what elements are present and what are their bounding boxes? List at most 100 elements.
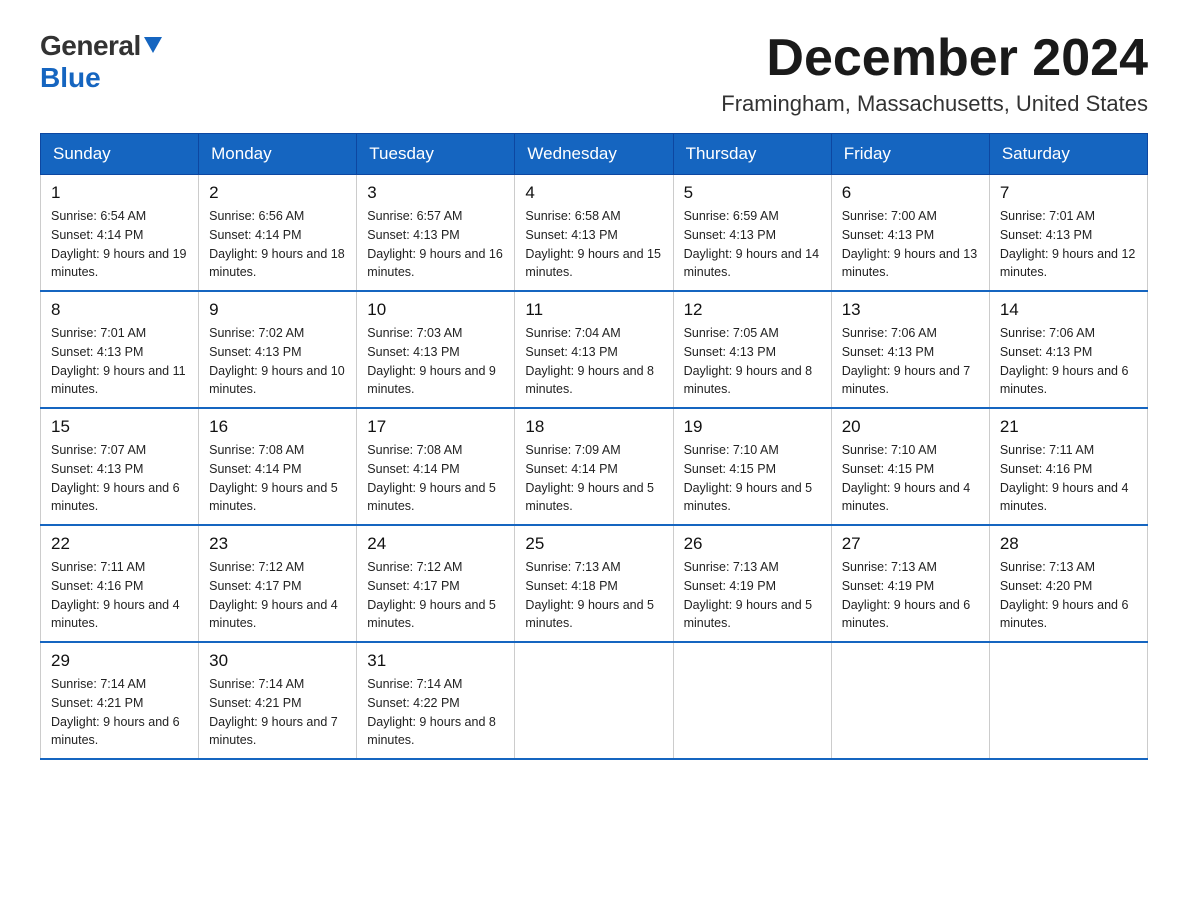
day-info: Sunrise: 6:59 AMSunset: 4:13 PMDaylight:… bbox=[684, 207, 821, 282]
day-number: 30 bbox=[209, 651, 346, 671]
calendar-cell: 5Sunrise: 6:59 AMSunset: 4:13 PMDaylight… bbox=[673, 175, 831, 292]
day-number: 26 bbox=[684, 534, 821, 554]
calendar-cell: 6Sunrise: 7:00 AMSunset: 4:13 PMDaylight… bbox=[831, 175, 989, 292]
calendar-cell: 3 Sunrise: 6:57 AMSunset: 4:13 PMDaylight… bbox=[357, 175, 515, 292]
logo-general: General bbox=[40, 30, 141, 62]
calendar-header-thursday: Thursday bbox=[673, 134, 831, 175]
calendar-week-2: 8Sunrise: 7:01 AMSunset: 4:13 PMDaylight… bbox=[41, 291, 1148, 408]
calendar-cell: 4Sunrise: 6:58 AMSunset: 4:13 PMDaylight… bbox=[515, 175, 673, 292]
day-number: 18 bbox=[525, 417, 662, 437]
calendar-cell: 25 Sunrise: 7:13 AMSunset: 4:18 PMDayligh… bbox=[515, 525, 673, 642]
calendar-cell: 18 Sunrise: 7:09 AMSunset: 4:14 PMDayligh… bbox=[515, 408, 673, 525]
calendar-cell: 2 Sunrise: 6:56 AMSunset: 4:14 PMDaylight… bbox=[199, 175, 357, 292]
day-info: Sunrise: 7:06 AMSunset: 4:13 PMDaylight:… bbox=[842, 324, 979, 399]
calendar-header-monday: Monday bbox=[199, 134, 357, 175]
day-number: 3 bbox=[367, 183, 504, 203]
day-info: Sunrise: 7:00 AMSunset: 4:13 PMDaylight:… bbox=[842, 207, 979, 282]
calendar-cell: 22Sunrise: 7:11 AMSunset: 4:16 PMDayligh… bbox=[41, 525, 199, 642]
calendar-week-3: 15 Sunrise: 7:07 AMSunset: 4:13 PMDayligh… bbox=[41, 408, 1148, 525]
day-number: 25 bbox=[525, 534, 662, 554]
logo-blue: Blue bbox=[40, 62, 101, 94]
day-number: 14 bbox=[1000, 300, 1137, 320]
day-info: Sunrise: 7:11 AMSunset: 4:16 PMDaylight:… bbox=[1000, 441, 1137, 516]
calendar-cell bbox=[515, 642, 673, 759]
calendar-cell: 15 Sunrise: 7:07 AMSunset: 4:13 PMDayligh… bbox=[41, 408, 199, 525]
calendar-cell: 1 Sunrise: 6:54 AMSunset: 4:14 PMDaylight… bbox=[41, 175, 199, 292]
calendar-cell: 28Sunrise: 7:13 AMSunset: 4:20 PMDayligh… bbox=[989, 525, 1147, 642]
day-info: Sunrise: 7:13 AMSunset: 4:19 PMDaylight:… bbox=[684, 558, 821, 633]
calendar-header-saturday: Saturday bbox=[989, 134, 1147, 175]
day-number: 7 bbox=[1000, 183, 1137, 203]
calendar-cell: 12Sunrise: 7:05 AMSunset: 4:13 PMDayligh… bbox=[673, 291, 831, 408]
calendar-cell: 29Sunrise: 7:14 AMSunset: 4:21 PMDayligh… bbox=[41, 642, 199, 759]
calendar-header-tuesday: Tuesday bbox=[357, 134, 515, 175]
calendar-week-5: 29Sunrise: 7:14 AMSunset: 4:21 PMDayligh… bbox=[41, 642, 1148, 759]
calendar-cell: 19Sunrise: 7:10 AMSunset: 4:15 PMDayligh… bbox=[673, 408, 831, 525]
day-info: Sunrise: 7:14 AMSunset: 4:22 PMDaylight:… bbox=[367, 675, 504, 750]
day-info: Sunrise: 7:14 AMSunset: 4:21 PMDaylight:… bbox=[51, 675, 188, 750]
calendar-cell: 26 Sunrise: 7:13 AMSunset: 4:19 PMDayligh… bbox=[673, 525, 831, 642]
day-number: 21 bbox=[1000, 417, 1137, 437]
page-title: December 2024 bbox=[721, 30, 1148, 87]
calendar-header-friday: Friday bbox=[831, 134, 989, 175]
day-info: Sunrise: 7:13 AMSunset: 4:20 PMDaylight:… bbox=[1000, 558, 1137, 633]
day-number: 20 bbox=[842, 417, 979, 437]
calendar-week-4: 22Sunrise: 7:11 AMSunset: 4:16 PMDayligh… bbox=[41, 525, 1148, 642]
calendar-cell: 13 Sunrise: 7:06 AMSunset: 4:13 PMDayligh… bbox=[831, 291, 989, 408]
day-info: Sunrise: 6:57 AMSunset: 4:13 PMDaylight:… bbox=[367, 207, 504, 282]
calendar-cell: 11Sunrise: 7:04 AMSunset: 4:13 PMDayligh… bbox=[515, 291, 673, 408]
logo-triangle-icon bbox=[144, 33, 166, 55]
day-number: 11 bbox=[525, 300, 662, 320]
day-number: 24 bbox=[367, 534, 504, 554]
day-number: 31 bbox=[367, 651, 504, 671]
calendar-table: SundayMondayTuesdayWednesdayThursdayFrid… bbox=[40, 133, 1148, 760]
day-number: 1 bbox=[51, 183, 188, 203]
page-header: General Blue December 2024 Framingham, M… bbox=[40, 30, 1148, 117]
calendar-header-sunday: Sunday bbox=[41, 134, 199, 175]
day-number: 9 bbox=[209, 300, 346, 320]
day-info: Sunrise: 7:06 AMSunset: 4:13 PMDaylight:… bbox=[1000, 324, 1137, 399]
calendar-cell: 31 Sunrise: 7:14 AMSunset: 4:22 PMDayligh… bbox=[357, 642, 515, 759]
day-number: 2 bbox=[209, 183, 346, 203]
day-info: Sunrise: 7:08 AMSunset: 4:14 PMDaylight:… bbox=[367, 441, 504, 516]
day-info: Sunrise: 7:05 AMSunset: 4:13 PMDaylight:… bbox=[684, 324, 821, 399]
calendar-cell bbox=[989, 642, 1147, 759]
day-info: Sunrise: 7:02 AMSunset: 4:13 PMDaylight:… bbox=[209, 324, 346, 399]
day-info: Sunrise: 7:01 AMSunset: 4:13 PMDaylight:… bbox=[1000, 207, 1137, 282]
day-info: Sunrise: 7:10 AMSunset: 4:15 PMDaylight:… bbox=[842, 441, 979, 516]
day-number: 13 bbox=[842, 300, 979, 320]
day-info: Sunrise: 7:13 AMSunset: 4:18 PMDaylight:… bbox=[525, 558, 662, 633]
day-info: Sunrise: 7:07 AMSunset: 4:13 PMDaylight:… bbox=[51, 441, 188, 516]
day-info: Sunrise: 7:12 AMSunset: 4:17 PMDaylight:… bbox=[367, 558, 504, 633]
day-info: Sunrise: 7:13 AMSunset: 4:19 PMDaylight:… bbox=[842, 558, 979, 633]
day-number: 27 bbox=[842, 534, 979, 554]
day-info: Sunrise: 7:14 AMSunset: 4:21 PMDaylight:… bbox=[209, 675, 346, 750]
calendar-cell: 10 Sunrise: 7:03 AMSunset: 4:13 PMDayligh… bbox=[357, 291, 515, 408]
day-info: Sunrise: 7:09 AMSunset: 4:14 PMDaylight:… bbox=[525, 441, 662, 516]
calendar-week-1: 1 Sunrise: 6:54 AMSunset: 4:14 PMDaylight… bbox=[41, 175, 1148, 292]
calendar-cell: 27 Sunrise: 7:13 AMSunset: 4:19 PMDayligh… bbox=[831, 525, 989, 642]
day-info: Sunrise: 7:01 AMSunset: 4:13 PMDaylight:… bbox=[51, 324, 188, 399]
day-number: 15 bbox=[51, 417, 188, 437]
calendar-cell: 21 Sunrise: 7:11 AMSunset: 4:16 PMDayligh… bbox=[989, 408, 1147, 525]
day-info: Sunrise: 7:10 AMSunset: 4:15 PMDaylight:… bbox=[684, 441, 821, 516]
day-info: Sunrise: 7:12 AMSunset: 4:17 PMDaylight:… bbox=[209, 558, 346, 633]
calendar-cell: 30 Sunrise: 7:14 AMSunset: 4:21 PMDayligh… bbox=[199, 642, 357, 759]
calendar-cell: 14 Sunrise: 7:06 AMSunset: 4:13 PMDayligh… bbox=[989, 291, 1147, 408]
day-info: Sunrise: 6:56 AMSunset: 4:14 PMDaylight:… bbox=[209, 207, 346, 282]
day-number: 16 bbox=[209, 417, 346, 437]
calendar-cell: 24 Sunrise: 7:12 AMSunset: 4:17 PMDayligh… bbox=[357, 525, 515, 642]
day-number: 4 bbox=[525, 183, 662, 203]
day-info: Sunrise: 7:08 AMSunset: 4:14 PMDaylight:… bbox=[209, 441, 346, 516]
day-number: 10 bbox=[367, 300, 504, 320]
day-info: Sunrise: 7:03 AMSunset: 4:13 PMDaylight:… bbox=[367, 324, 504, 399]
calendar-cell: 16 Sunrise: 7:08 AMSunset: 4:14 PMDayligh… bbox=[199, 408, 357, 525]
calendar-header-wednesday: Wednesday bbox=[515, 134, 673, 175]
day-info: Sunrise: 6:54 AMSunset: 4:14 PMDaylight:… bbox=[51, 207, 188, 282]
calendar-cell bbox=[831, 642, 989, 759]
logo: General Blue bbox=[40, 30, 166, 94]
page-subtitle: Framingham, Massachusetts, United States bbox=[721, 91, 1148, 117]
calendar-cell: 8Sunrise: 7:01 AMSunset: 4:13 PMDaylight… bbox=[41, 291, 199, 408]
day-number: 17 bbox=[367, 417, 504, 437]
calendar-cell: 7 Sunrise: 7:01 AMSunset: 4:13 PMDaylight… bbox=[989, 175, 1147, 292]
